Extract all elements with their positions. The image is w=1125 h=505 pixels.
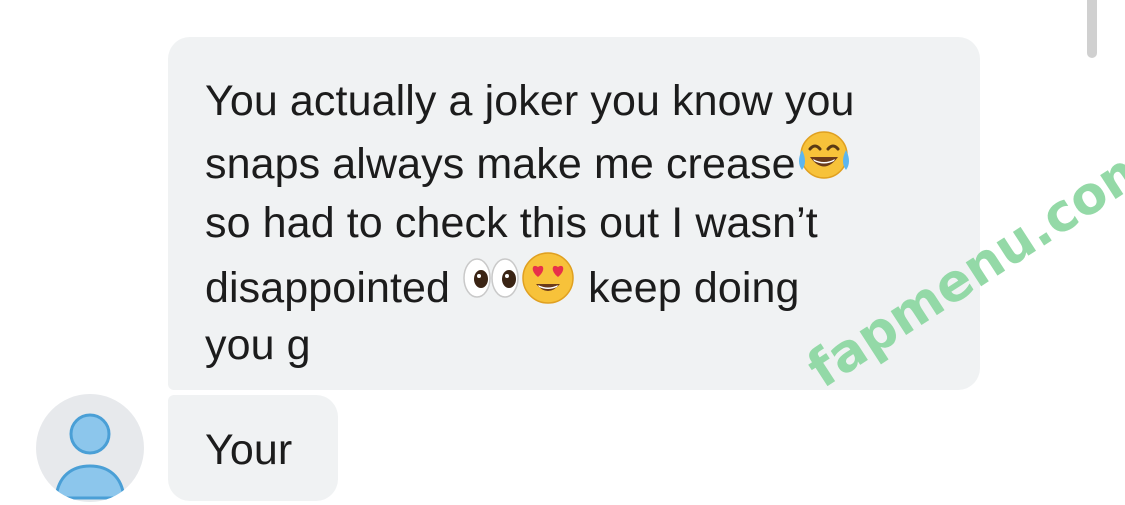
message-bubble: Your — [168, 395, 338, 501]
message-line: so had to check this out I wasn’t — [205, 199, 818, 247]
smiling-face-with-heart-eyes-icon — [520, 250, 576, 323]
message-text: disappointed — [205, 263, 451, 312]
message-line: Your — [205, 426, 293, 474]
avatar[interactable] — [36, 394, 144, 502]
message-line: snaps always make me crease — [205, 131, 960, 193]
message-line: You actually a joker you know you — [205, 77, 855, 125]
message-text: snaps always make me crease — [205, 139, 796, 188]
message-text: keep doing — [588, 263, 800, 312]
scrollbar[interactable] — [1087, 0, 1097, 58]
message-line: disappointed keep doing — [205, 252, 960, 315]
user-icon — [54, 413, 126, 500]
face-with-tears-of-joy-icon — [796, 128, 852, 197]
eyes-icon — [462, 252, 520, 321]
